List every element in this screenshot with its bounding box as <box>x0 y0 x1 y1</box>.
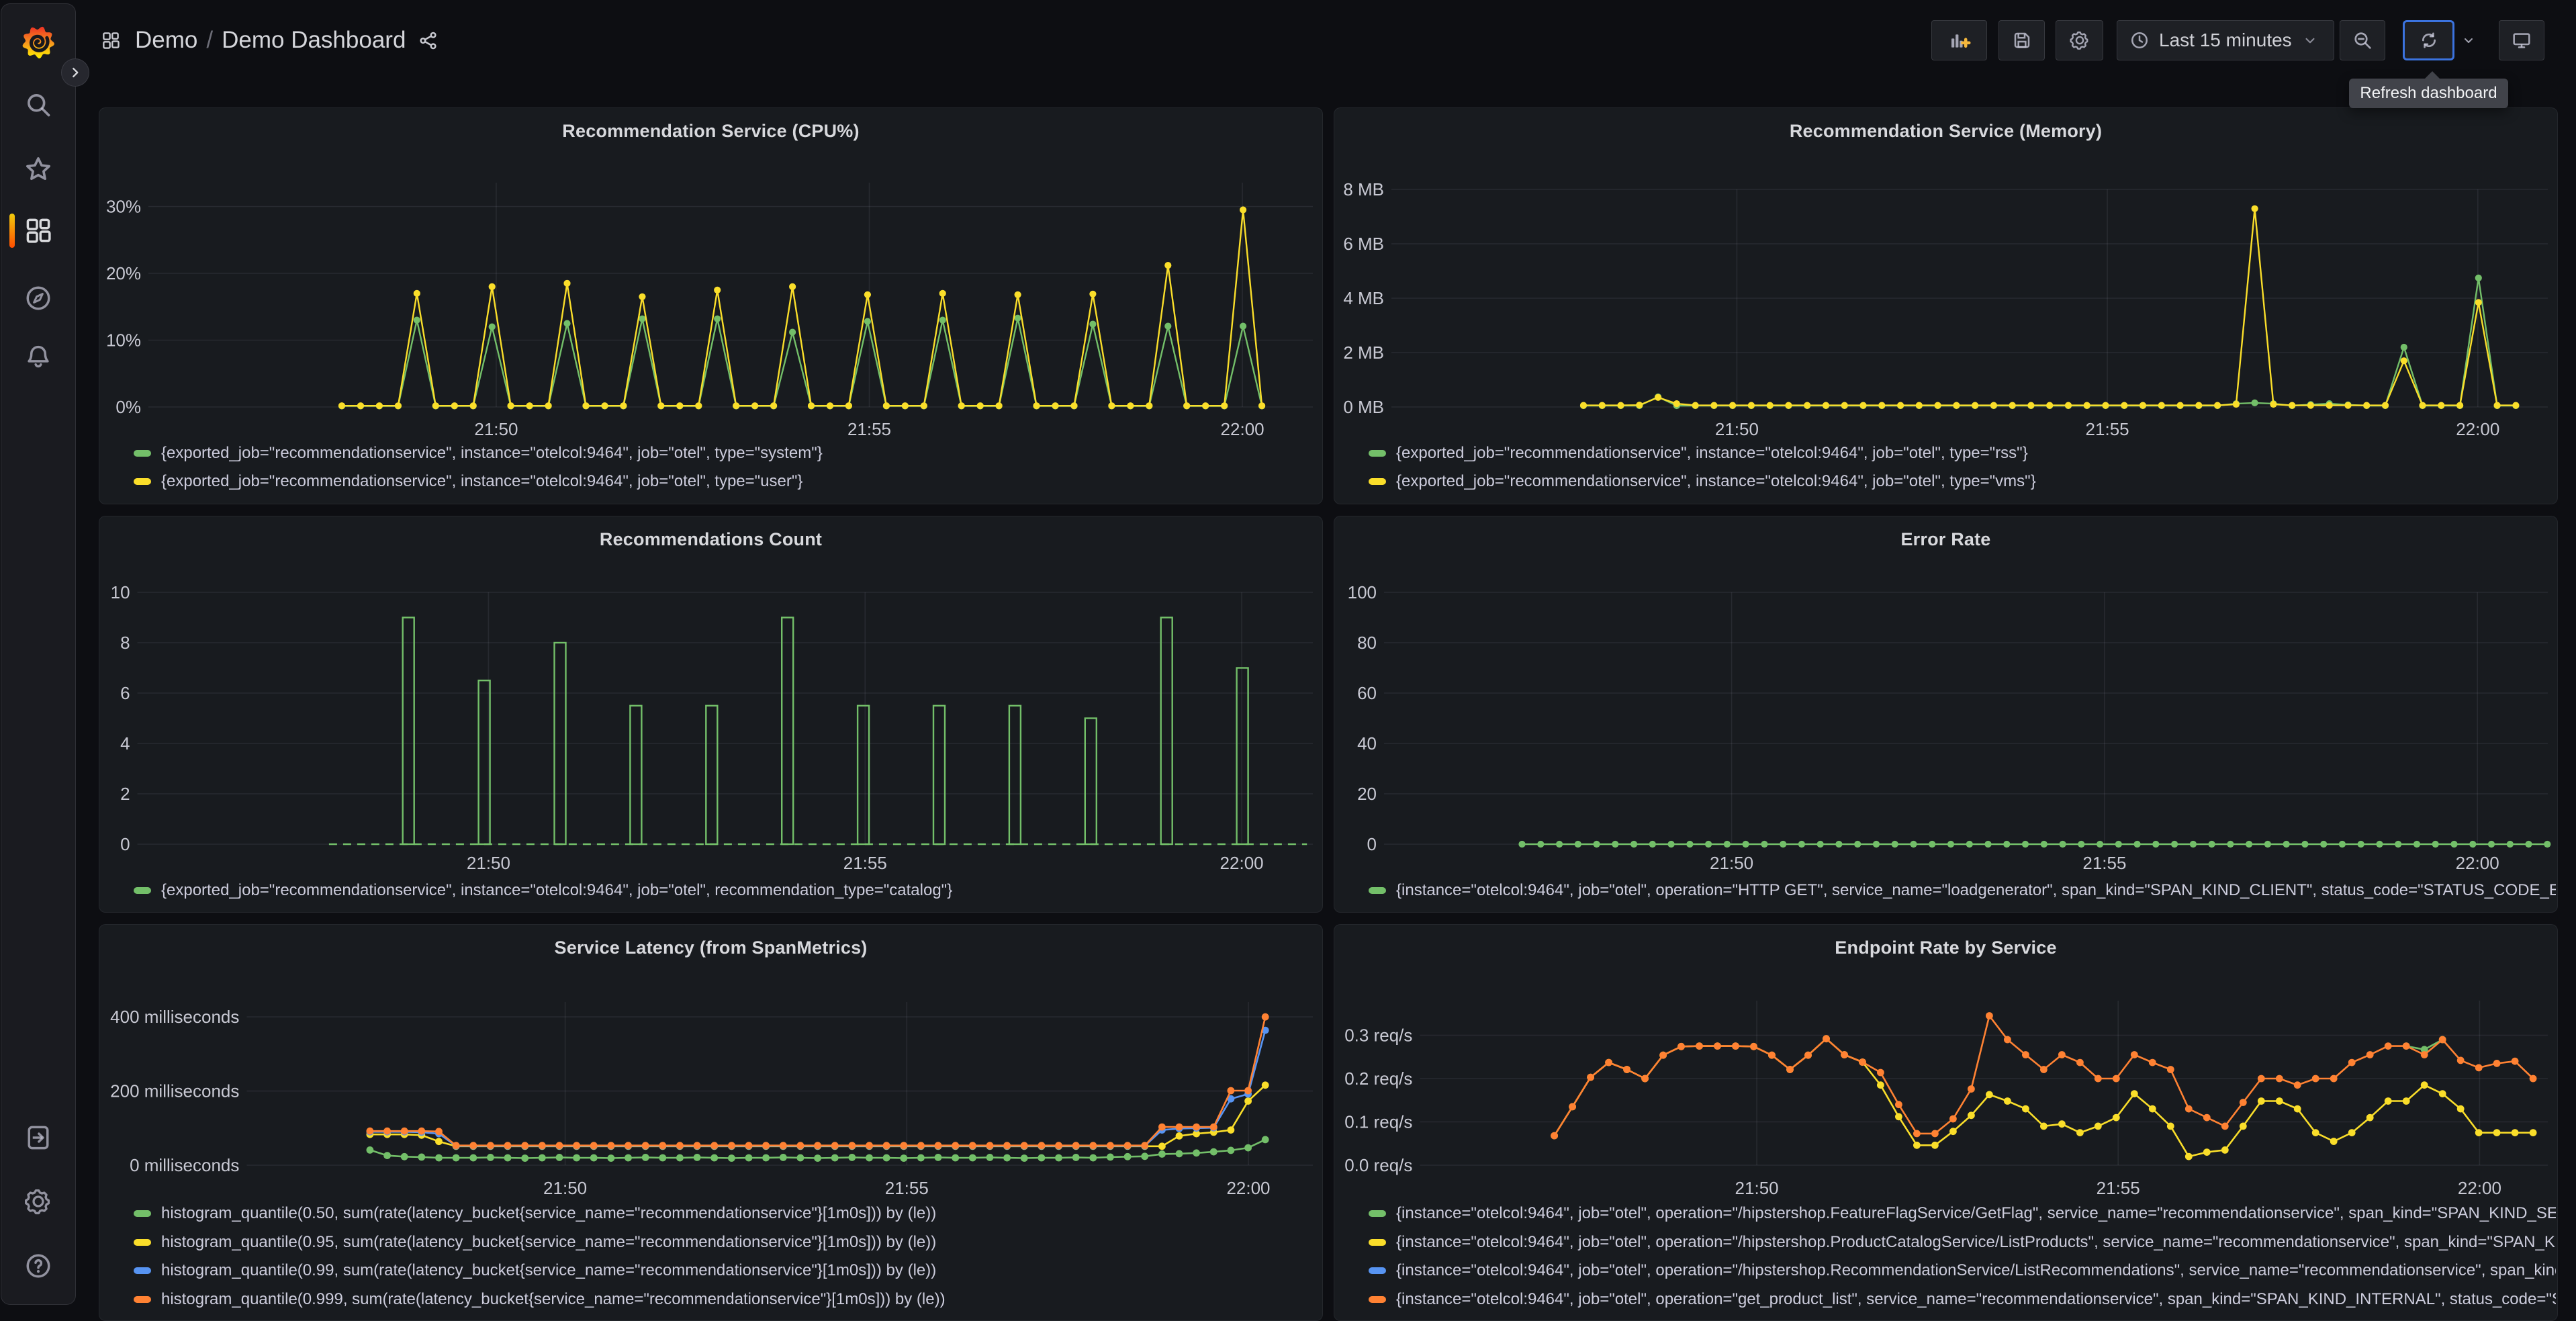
svg-text:400 milliseconds: 400 milliseconds <box>110 1007 239 1027</box>
svg-text:0 MB: 0 MB <box>1343 397 1384 417</box>
svg-text:21:50: 21:50 <box>467 853 510 873</box>
svg-text:21:50: 21:50 <box>543 1178 587 1198</box>
svg-text:22:00: 22:00 <box>1226 1178 1270 1198</box>
svg-text:40: 40 <box>1357 733 1377 754</box>
svg-text:8 MB: 8 MB <box>1343 179 1384 199</box>
svg-text:0: 0 <box>1367 834 1377 854</box>
svg-text:21:55: 21:55 <box>843 853 887 873</box>
svg-text:22:00: 22:00 <box>1221 419 1264 439</box>
svg-text:6 MB: 6 MB <box>1343 234 1384 254</box>
svg-text:21:50: 21:50 <box>1735 1178 1779 1198</box>
svg-text:22:00: 22:00 <box>2456 853 2499 873</box>
svg-text:21:55: 21:55 <box>847 419 891 439</box>
svg-text:10%: 10% <box>106 330 141 351</box>
svg-text:60: 60 <box>1357 683 1377 703</box>
svg-text:21:55: 21:55 <box>2097 1178 2140 1198</box>
svg-text:30%: 30% <box>106 197 141 217</box>
svg-text:22:00: 22:00 <box>2456 419 2499 439</box>
svg-text:2 MB: 2 MB <box>1343 343 1384 363</box>
svg-text:10: 10 <box>111 582 130 602</box>
svg-text:0.1 req/s: 0.1 req/s <box>1344 1112 1412 1132</box>
svg-text:8: 8 <box>120 633 130 653</box>
svg-text:0%: 0% <box>116 397 141 417</box>
svg-text:200 milliseconds: 200 milliseconds <box>110 1081 239 1101</box>
svg-text:21:50: 21:50 <box>1710 853 1753 873</box>
svg-text:0.0 req/s: 0.0 req/s <box>1344 1155 1412 1175</box>
svg-text:20%: 20% <box>106 263 141 283</box>
svg-text:21:55: 21:55 <box>885 1178 929 1198</box>
svg-text:20: 20 <box>1357 784 1377 804</box>
svg-text:6: 6 <box>120 683 130 703</box>
svg-text:4: 4 <box>120 733 130 754</box>
svg-text:2: 2 <box>120 784 130 804</box>
svg-text:100: 100 <box>1348 582 1377 602</box>
svg-text:21:55: 21:55 <box>2082 853 2126 873</box>
svg-text:22:00: 22:00 <box>2458 1178 2501 1198</box>
svg-text:21:50: 21:50 <box>474 419 518 439</box>
svg-text:21:50: 21:50 <box>1715 419 1759 439</box>
svg-text:0 milliseconds: 0 milliseconds <box>130 1155 239 1175</box>
svg-text:80: 80 <box>1357 633 1377 653</box>
svg-text:0.2 req/s: 0.2 req/s <box>1344 1068 1412 1089</box>
svg-text:21:55: 21:55 <box>2086 419 2129 439</box>
svg-text:22:00: 22:00 <box>1220 853 1264 873</box>
svg-text:4 MB: 4 MB <box>1343 288 1384 308</box>
svg-text:0.3 req/s: 0.3 req/s <box>1344 1026 1412 1046</box>
svg-text:0: 0 <box>120 834 130 854</box>
